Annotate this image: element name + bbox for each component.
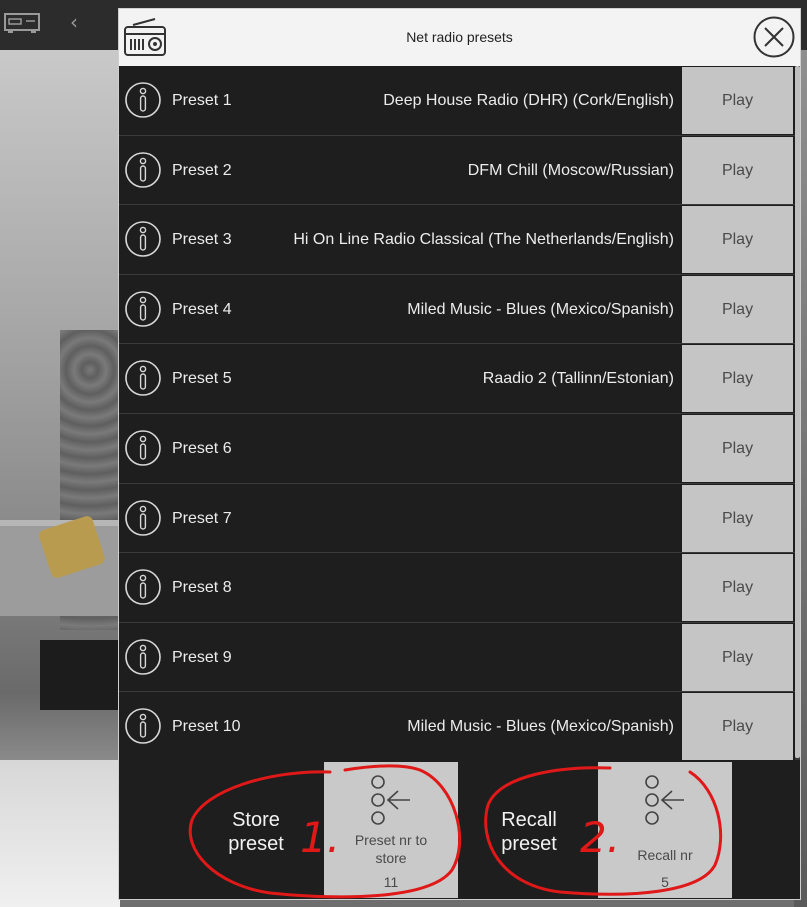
recall-label-line2: preset (501, 833, 557, 855)
play-button[interactable]: Play (682, 67, 793, 134)
store-label-line2: preset (228, 833, 284, 855)
preset-label: Preset 3 (172, 231, 232, 249)
preset-row-5: Preset 5 Raadio 2 (Tallinn/Estonian) Pla… (119, 344, 800, 414)
dialog-header: Net radio presets (119, 9, 800, 66)
station-name: Miled Music - Blues (Mexico/Spanish) (407, 718, 674, 736)
preset-actions-footer: Store preset Preset nr to store 11 Recal… (119, 761, 800, 899)
play-button[interactable]: Play (682, 414, 793, 482)
station-name: Deep House Radio (DHR) (Cork/English) (383, 92, 674, 109)
store-caption-line2: store (375, 850, 407, 866)
preset-label: Preset 1 (172, 92, 232, 109)
recall-label-line1: Recall (501, 809, 557, 831)
dialog-title: Net radio presets (406, 29, 513, 45)
preset-row-6: Preset 6 Play (119, 413, 800, 484)
preset-row-9: Preset 9 Play (119, 622, 800, 693)
preset-label: Preset 10 (172, 718, 241, 736)
recall-preset-number: 5 (661, 874, 669, 890)
preset-row-7: Preset 7 Play (119, 483, 800, 554)
play-button[interactable]: Play (682, 693, 793, 761)
preset-label: Preset 4 (172, 300, 232, 318)
background-floor (0, 760, 120, 907)
preset-select-icon (645, 775, 684, 825)
info-icon[interactable] (125, 360, 161, 397)
info-icon[interactable] (125, 708, 161, 745)
preset-row-2: Preset 2 DFM Chill (Moscow/Russian) Play (119, 135, 800, 206)
recall-caption: Recall nr (637, 847, 693, 863)
play-button[interactable]: Play (682, 345, 793, 413)
station-name: Raadio 2 (Tallinn/Estonian) (482, 370, 674, 388)
back-chevron-icon[interactable]: ‹ (70, 10, 78, 34)
play-button[interactable]: Play (682, 275, 793, 343)
net-radio-presets-dialog: Net radio presets Preset 1 Deep House Ra… (118, 8, 801, 900)
info-icon[interactable] (125, 430, 161, 466)
play-button[interactable]: Play (682, 623, 793, 691)
scrollbar-thumb[interactable] (795, 66, 800, 758)
preset-label: Preset 5 (172, 370, 232, 388)
station-name: DFM Chill (Moscow/Russian) (467, 161, 674, 179)
store-caption-line1: Preset nr to (354, 832, 428, 848)
info-icon[interactable] (125, 151, 161, 188)
station-name: Miled Music - Blues (Mexico/Spanish) (407, 300, 674, 318)
preset-row-4: Preset 4 Miled Music - Blues (Mexico/Spa… (119, 274, 800, 345)
preset-row-3: Preset 3 Hi On Line Radio Classical (The… (119, 205, 800, 275)
close-icon[interactable] (753, 16, 795, 58)
info-icon[interactable] (125, 569, 161, 605)
info-icon[interactable] (125, 638, 161, 675)
play-button[interactable]: Play (682, 136, 793, 204)
station-name: Hi On Line Radio Classical (The Netherla… (293, 231, 674, 249)
recall-preset-number-button[interactable]: Recall nr 5 (598, 762, 732, 898)
background-chair (40, 640, 120, 710)
preset-label: Preset 8 (172, 579, 232, 597)
store-label-line1: Store (232, 809, 280, 831)
preset-label: Preset 9 (172, 648, 232, 666)
preset-list: Preset 1 Deep House Radio (DHR) (Cork/En… (119, 66, 800, 762)
info-icon[interactable] (125, 82, 161, 118)
preset-row-1: Preset 1 Deep House Radio (DHR) (Cork/En… (119, 66, 800, 136)
preset-row-8: Preset 8 Play (119, 553, 800, 623)
preset-label: Preset 7 (172, 509, 232, 527)
recall-preset-label: Recall preset (484, 808, 574, 856)
play-button[interactable]: Play (682, 484, 793, 552)
store-preset-number-button[interactable]: Preset nr to store 11 (324, 762, 458, 898)
play-button[interactable]: Play (682, 206, 793, 274)
store-preset-label: Store preset (211, 808, 301, 856)
info-icon[interactable] (125, 499, 161, 536)
preset-label: Preset 2 (172, 161, 232, 179)
info-icon[interactable] (125, 221, 161, 257)
play-button[interactable]: Play (682, 554, 793, 622)
preset-label: Preset 6 (172, 439, 232, 457)
preset-select-icon (371, 775, 410, 825)
receiver-device-icon (4, 13, 40, 33)
info-icon[interactable] (125, 290, 161, 327)
preset-row-10: Preset 10 Miled Music - Blues (Mexico/Sp… (119, 692, 800, 762)
store-preset-number: 11 (383, 874, 399, 890)
